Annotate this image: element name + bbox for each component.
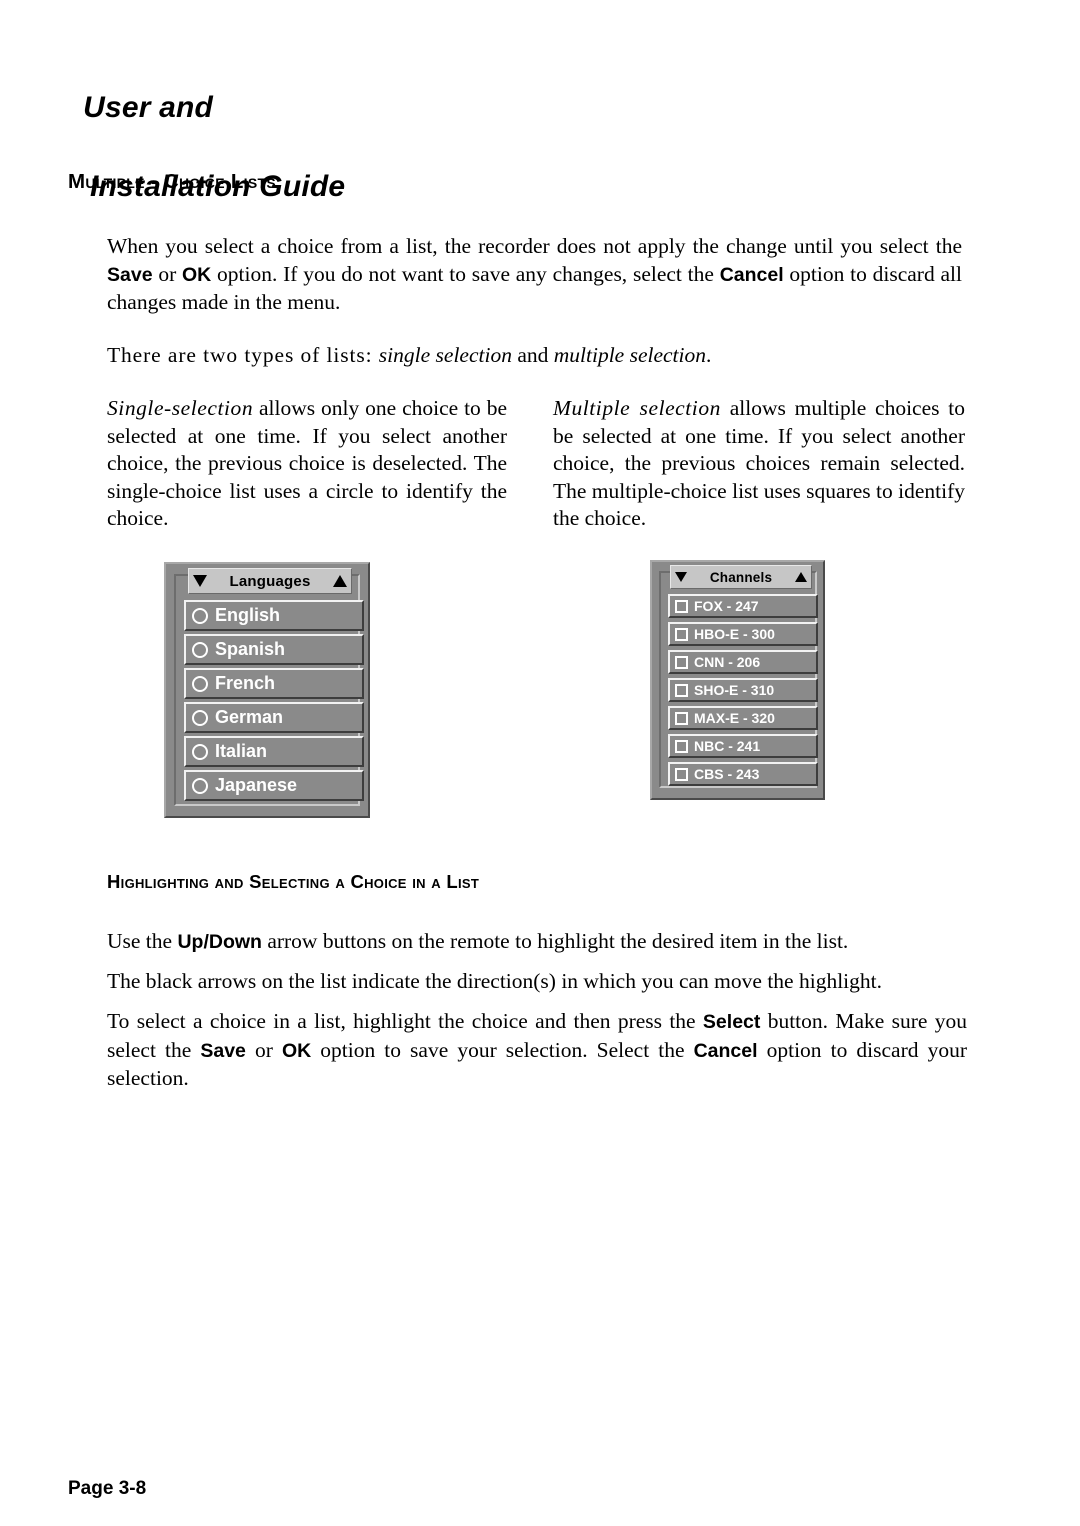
languages-list-title: Languages xyxy=(229,572,311,590)
list-item[interactable]: CBS - 243 xyxy=(668,762,818,786)
single-selection-lead-term: Single-selection xyxy=(107,396,254,420)
checkbox-square-icon[interactable] xyxy=(675,655,688,669)
intro-save-keyword: Save xyxy=(107,263,153,286)
list-item[interactable]: Spanish xyxy=(184,634,364,665)
checkbox-square-icon[interactable] xyxy=(675,739,688,753)
list-item[interactable]: MAX-E - 320 xyxy=(668,706,818,730)
radio-circle-icon[interactable] xyxy=(192,675,208,692)
types-single-selection-term: single selection xyxy=(378,343,512,367)
checkbox-square-icon[interactable] xyxy=(675,683,688,697)
list-item-label: HBO-E - 300 xyxy=(694,626,775,642)
list-item-label: French xyxy=(215,673,276,693)
paragraph-single-selection-column: Single-selection allows only one choice … xyxy=(107,395,507,533)
list-item-label: Spanish xyxy=(215,639,286,659)
paragraph-intro: When you select a choice from a list, th… xyxy=(107,233,962,317)
list-item-label: German xyxy=(215,707,284,727)
channels-list-widget[interactable]: Channels FOX - 247 HBO-E - 300 CNN - 206… xyxy=(650,560,825,800)
intro-cancel-keyword: Cancel xyxy=(719,263,784,286)
types-text-c: . xyxy=(706,343,712,367)
use-text-a: Use the xyxy=(107,929,178,953)
document-title-line-1: User and xyxy=(83,90,214,124)
radio-circle-icon[interactable] xyxy=(192,743,208,760)
triangle-down-icon[interactable] xyxy=(193,575,207,587)
paragraph-black-arrows: The black arrows on the list indicate th… xyxy=(107,969,882,993)
triangle-up-icon[interactable] xyxy=(333,575,347,587)
list-item[interactable]: SHO-E - 310 xyxy=(668,678,818,702)
languages-list-widget[interactable]: Languages English Spanish French German … xyxy=(164,562,370,818)
triangle-down-icon[interactable] xyxy=(675,572,687,582)
multiple-selection-lead-term: Multiple selection xyxy=(553,396,721,420)
intro-text-c: option. If you do not want to save any c… xyxy=(211,261,720,286)
list-item-label: CNN - 206 xyxy=(694,654,761,670)
intro-text-b: or xyxy=(152,261,182,286)
radio-circle-icon[interactable] xyxy=(192,709,208,726)
select-save-keyword: Save xyxy=(200,1039,246,1062)
select-text-d: option to save your selection. Select th… xyxy=(311,1037,694,1062)
list-item[interactable]: German xyxy=(184,702,364,733)
paragraph-list-types: There are two types of lists: single sel… xyxy=(107,342,962,370)
list-item[interactable]: English xyxy=(184,600,364,631)
list-item-label: English xyxy=(215,605,281,625)
document-title: User and Installation Guide xyxy=(66,48,345,246)
list-item-label: Italian xyxy=(215,741,268,761)
checkbox-square-icon[interactable] xyxy=(675,767,688,781)
intro-ok-keyword: OK xyxy=(182,263,212,286)
list-item[interactable]: HBO-E - 300 xyxy=(668,622,818,646)
select-text-c: or xyxy=(245,1037,282,1062)
list-item-label: MAX-E - 320 xyxy=(694,710,775,726)
types-text-a: There are two types of lists: xyxy=(107,343,379,367)
paragraph-multiple-selection-column: Multiple selection allows multiple choic… xyxy=(553,395,965,533)
list-item[interactable]: French xyxy=(184,668,364,699)
list-item[interactable]: FOX - 247 xyxy=(668,594,818,618)
use-text-b: arrow buttons on the remote to highlight… xyxy=(261,929,849,953)
list-item[interactable]: CNN - 206 xyxy=(668,650,818,674)
select-keyword: Select xyxy=(702,1011,761,1033)
types-text-b: and xyxy=(511,343,554,367)
page-footer: Page 3-8 xyxy=(68,1478,147,1499)
radio-circle-icon[interactable] xyxy=(192,641,208,658)
intro-text-a: When you select a choice from a list, th… xyxy=(107,234,962,258)
list-item-label: NBC - 241 xyxy=(694,738,761,754)
paragraph-use-updown: Use the Up/Down arrow buttons on the rem… xyxy=(107,928,967,957)
use-updown-keyword: Up/Down xyxy=(177,931,262,953)
types-multiple-selection-term: multiple selection xyxy=(553,343,707,367)
list-item[interactable]: Italian xyxy=(184,736,364,767)
radio-circle-icon[interactable] xyxy=(192,607,208,624)
select-text-a: To select a choice in a list, highlight … xyxy=(107,1009,703,1033)
select-cancel-keyword: Cancel xyxy=(693,1039,758,1062)
list-item[interactable]: Japanese xyxy=(184,770,364,801)
section-heading-highlighting-and-selecting: Highlighting and Selecting a Choice in a… xyxy=(107,871,480,892)
languages-list-titlebar: Languages xyxy=(188,568,352,594)
channels-list-titlebar: Channels xyxy=(670,565,812,589)
channels-list-title: Channels xyxy=(709,569,773,585)
list-item[interactable]: NBC - 241 xyxy=(668,734,818,758)
checkbox-square-icon[interactable] xyxy=(675,711,688,725)
languages-list-rows: English Spanish French German Italian Ja… xyxy=(184,600,364,804)
select-ok-keyword: OK xyxy=(281,1039,312,1062)
list-item-label: CBS - 243 xyxy=(694,766,760,782)
section-heading-multiple-choice-lists: Multiple - Choice Lists xyxy=(68,170,276,193)
list-item-label: SHO-E - 310 xyxy=(694,682,775,698)
radio-circle-icon[interactable] xyxy=(192,777,208,794)
checkbox-square-icon[interactable] xyxy=(675,599,688,613)
checkbox-square-icon[interactable] xyxy=(675,627,688,641)
paragraph-select-choice: To select a choice in a list, highlight … xyxy=(107,1008,967,1093)
triangle-up-icon[interactable] xyxy=(795,572,807,582)
list-item-label: FOX - 247 xyxy=(694,598,759,614)
channels-list-rows: FOX - 247 HBO-E - 300 CNN - 206 SHO-E - … xyxy=(668,594,818,790)
list-item-label: Japanese xyxy=(215,775,298,795)
